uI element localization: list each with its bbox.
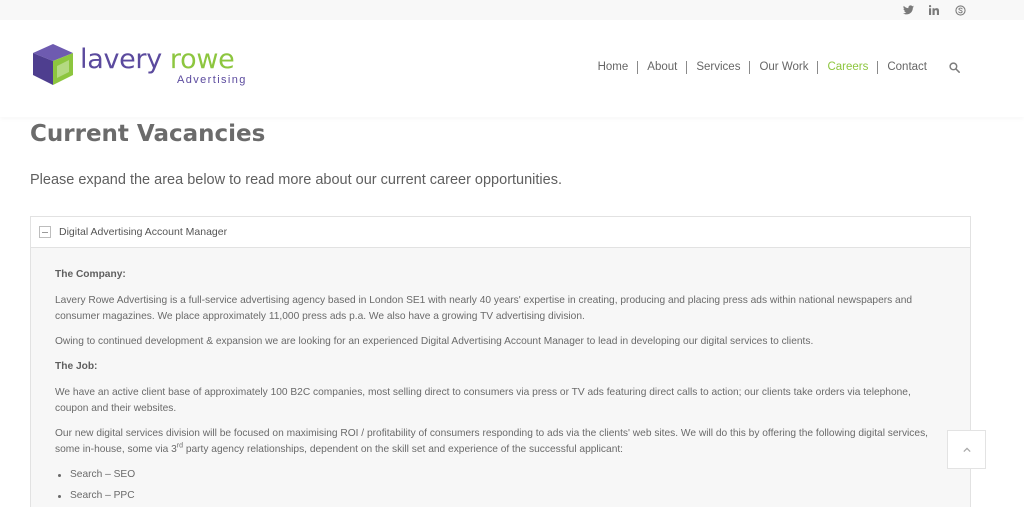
accordion-title: Digital Advertising Account Manager	[59, 226, 228, 238]
list-item: Search – SEO	[55, 467, 946, 483]
search-icon[interactable]	[949, 62, 960, 73]
list-item: Search – PPC	[55, 488, 946, 504]
nav-contact[interactable]: Contact	[877, 61, 936, 74]
company-paragraph-1: Lavery Rowe Advertising is a full-servic…	[55, 295, 913, 322]
company-paragraph-2: Owing to continued development & expansi…	[55, 336, 814, 347]
accordion-content: The Company: Lavery Rowe Advertising is …	[31, 248, 970, 504]
logo-word-lavery: lavery	[80, 44, 162, 75]
site-header: lavery rowe Advertising Home About Servic…	[0, 20, 1024, 117]
company-heading: The Company:	[55, 269, 126, 280]
page-intro: Please expand the area below to read mor…	[30, 172, 562, 188]
main-nav: Home About Services Our Work Careers Con…	[589, 61, 960, 74]
nav-our-work[interactable]: Our Work	[749, 61, 817, 74]
logo-wordmark: lavery rowe	[80, 44, 235, 75]
linkedin-icon[interactable]	[928, 3, 940, 17]
nav-careers[interactable]: Careers	[817, 61, 877, 74]
vacancy-accordion: Digital Advertising Account Manager The …	[30, 216, 971, 507]
nav-services[interactable]: Services	[686, 61, 749, 74]
top-bar	[0, 0, 1024, 20]
job-heading: The Job:	[55, 361, 98, 372]
twitter-icon[interactable]	[902, 3, 914, 17]
logo[interactable]: lavery rowe Advertising	[30, 41, 250, 91]
logo-cube-icon	[33, 44, 73, 85]
chevron-up-icon	[962, 447, 971, 452]
job-paragraph-2-part-2: party agency relationships, dependent on…	[182, 444, 624, 455]
nav-home[interactable]: Home	[589, 61, 638, 74]
logo-subtitle: Advertising	[177, 74, 247, 86]
scroll-to-top-button[interactable]	[947, 430, 986, 469]
services-list: Search – SEO Search – PPC	[55, 467, 946, 504]
social-links	[902, 3, 966, 17]
collapse-toggle-icon[interactable]	[39, 226, 51, 238]
job-paragraph-2: Our new digital services division will b…	[55, 426, 946, 458]
nav-about[interactable]: About	[637, 61, 686, 74]
page-title: Current Vacancies	[30, 121, 266, 147]
logo-word-rowe: rowe	[169, 44, 235, 75]
job-paragraph-1: We have an active client base of approxi…	[55, 387, 911, 414]
accordion-header[interactable]: Digital Advertising Account Manager	[31, 217, 970, 248]
skype-icon[interactable]	[954, 3, 966, 17]
